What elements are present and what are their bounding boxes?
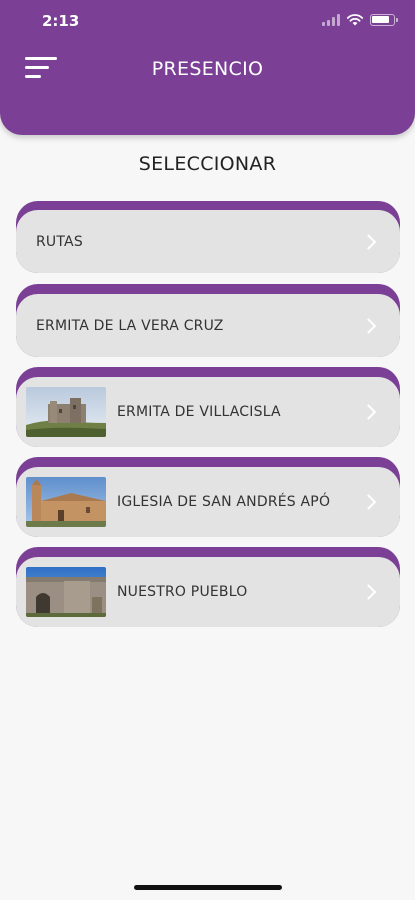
list-item-body: NUESTRO PUEBLO: [16, 557, 400, 627]
list-item-rutas[interactable]: RUTAS: [16, 201, 400, 273]
signal-icon: [322, 13, 340, 26]
list-item-label: ERMITA DE LA VERA CRUZ: [36, 317, 224, 334]
wifi-icon: [346, 14, 364, 26]
section-title: SELECCIONAR: [138, 153, 277, 175]
castle-photo: [26, 387, 106, 437]
app-title: PRESENCIO: [151, 58, 264, 80]
list-item-ermita-villacisla[interactable]: ERMITA DE VILLACISLA: [16, 367, 400, 447]
list-item-ermita-vera-cruz[interactable]: ERMITA DE LA VERA CRUZ: [16, 284, 400, 357]
town-gate-photo: [26, 567, 106, 617]
list-item-label: ERMITA DE VILLACISLA: [117, 404, 281, 420]
list-item-body: ERMITA DE VILLACISLA: [16, 377, 400, 447]
status-icons: [322, 13, 398, 26]
list-item-body: RUTAS: [16, 210, 400, 273]
home-indicator[interactable]: [134, 885, 282, 890]
chevron-right-icon: [360, 584, 377, 600]
list-item-label: IGLESIA DE SAN ANDRÉS APÓ: [117, 494, 331, 510]
list-item-label: RUTAS: [36, 233, 83, 250]
chevron-right-icon: [360, 233, 377, 250]
chevron-right-icon: [360, 404, 377, 420]
app-screen: 2:13 PRESENCIO SELECCIONAR RUTAS ERMITA …: [0, 0, 415, 900]
list-item-body: IGLESIA DE SAN ANDRÉS APÓ: [16, 467, 400, 537]
app-header: 2:13 PRESENCIO: [0, 0, 415, 135]
list-item-label: NUESTRO PUEBLO: [117, 584, 248, 600]
list-item-nuestro-pueblo[interactable]: NUESTRO PUEBLO: [16, 547, 400, 627]
status-time: 2:13: [42, 12, 80, 30]
chevron-right-icon: [360, 317, 377, 334]
church-photo: [26, 477, 106, 527]
list-item-iglesia-san-andres[interactable]: IGLESIA DE SAN ANDRÉS APÓ: [16, 457, 400, 537]
list-item-body: ERMITA DE LA VERA CRUZ: [16, 294, 400, 357]
battery-icon: [370, 13, 398, 26]
chevron-right-icon: [360, 494, 377, 510]
